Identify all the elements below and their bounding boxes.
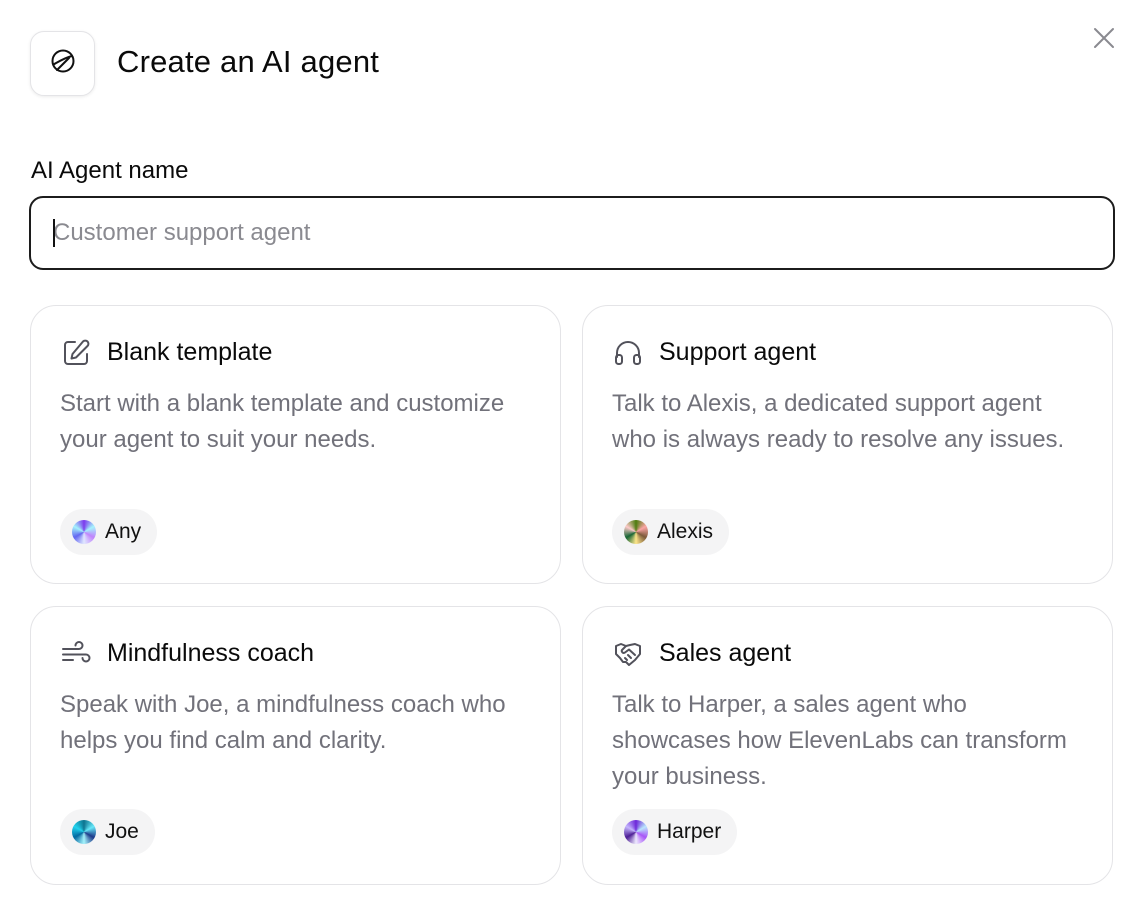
template-card-support[interactable]: Support agent Talk to Alexis, a dedicate… (582, 305, 1113, 584)
voice-avatar (624, 820, 648, 844)
template-title: Support agent (659, 338, 817, 366)
agent-logo-badge (30, 31, 95, 96)
voice-pill[interactable]: Alexis (612, 509, 730, 555)
voice-avatar (72, 520, 96, 544)
template-description: Talk to Harper, a sales agent who showca… (612, 691, 1067, 790)
template-title: Sales agent (659, 639, 792, 667)
template-card-sales[interactable]: Sales agent Talk to Harper, a sales agen… (582, 606, 1113, 885)
voice-avatar (624, 520, 648, 544)
text-caret (53, 219, 55, 247)
agent-logo-icon (49, 47, 77, 80)
template-description: Talk to Alexis, a dedicated support agen… (612, 390, 1065, 453)
voice-name: Alexis (657, 520, 714, 543)
template-title: Blank template (107, 338, 273, 366)
template-card-blank[interactable]: Blank template Start with a blank templa… (30, 305, 561, 584)
close-icon[interactable] (1093, 27, 1115, 54)
voice-name: Harper (657, 820, 722, 843)
template-title: Mindfulness coach (107, 639, 315, 667)
wind-icon (60, 638, 92, 670)
agent-name-input[interactable] (29, 196, 1115, 270)
edit-icon (60, 337, 92, 369)
voice-pill[interactable]: Harper (612, 809, 738, 855)
dialog-title: Create an AI agent (117, 44, 380, 79)
handshake-icon (612, 638, 644, 670)
template-description: Start with a blank template and customiz… (60, 390, 505, 453)
voice-avatar (72, 820, 96, 844)
template-card-mindfulness[interactable]: Mindfulness coach Speak with Joe, a mind… (30, 606, 561, 885)
voice-name: Any (105, 520, 142, 543)
close-button[interactable] (1090, 26, 1118, 54)
voice-pill[interactable]: Any (60, 509, 158, 555)
headset-icon (612, 337, 644, 369)
agent-name-label: AI Agent name (31, 157, 189, 184)
voice-name: Joe (105, 820, 139, 843)
template-description: Speak with Joe, a mindfulness coach who … (60, 691, 506, 754)
voice-pill[interactable]: Joe (60, 809, 155, 855)
